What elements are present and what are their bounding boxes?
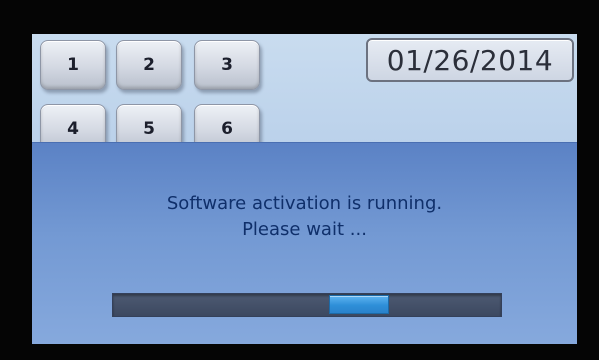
progress-bar	[112, 293, 502, 317]
key-3[interactable]: 3	[194, 40, 260, 90]
progress-indicator	[329, 295, 389, 314]
touch-screen: 1 2 3 4 5 6 01/26/2014 Software activati…	[32, 34, 577, 344]
key-2[interactable]: 2	[116, 40, 182, 90]
date-display: 01/26/2014	[366, 38, 574, 82]
status-message: Software activation is running. Please w…	[32, 191, 577, 243]
key-1[interactable]: 1	[40, 40, 106, 90]
status-message-line-2: Please wait ...	[242, 219, 367, 240]
status-message-line-1: Software activation is running.	[166, 193, 443, 214]
activation-dialog: Software activation is running. Please w…	[32, 142, 577, 344]
